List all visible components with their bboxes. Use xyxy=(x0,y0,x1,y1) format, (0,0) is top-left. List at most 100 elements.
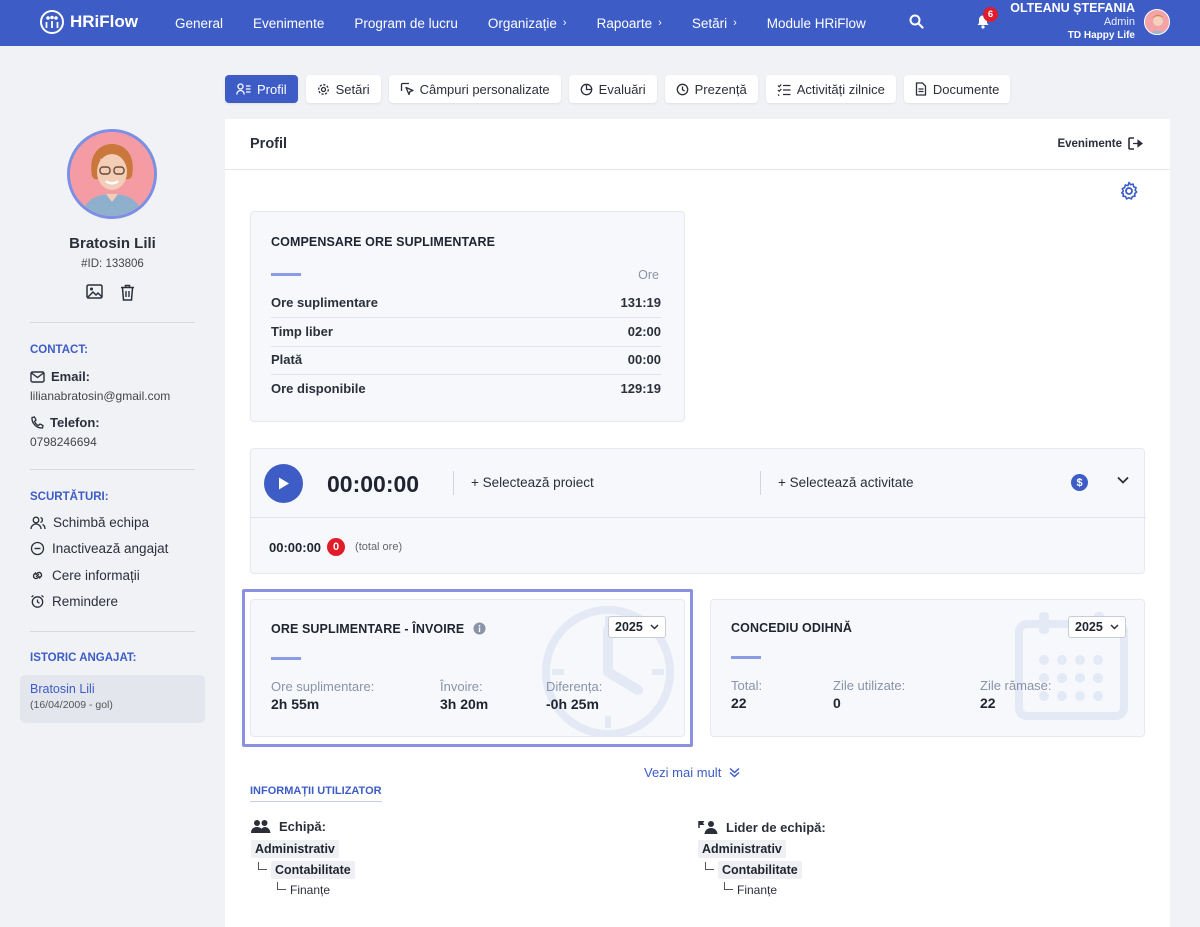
alarm-clock-icon xyxy=(31,594,44,608)
comp-row: Timp liber 02:00 xyxy=(271,324,661,347)
stat-value: 3h 20m xyxy=(440,696,489,712)
email-value[interactable]: lilianabratosin@gmail.com xyxy=(30,389,170,403)
history-name: Bratosin Lili xyxy=(30,682,95,696)
tab-evaluari[interactable]: Evaluări xyxy=(568,75,657,103)
see-more-link[interactable]: Vezi mai mult xyxy=(644,765,740,780)
row-value: 131:19 xyxy=(620,295,661,310)
stat-label: Zile rămase: xyxy=(980,678,1052,693)
tab-label: Profil xyxy=(257,81,287,97)
stat-value: -0h 25m xyxy=(546,696,599,712)
select-activity-button[interactable]: + Selectează activitate xyxy=(778,475,913,490)
app-logo[interactable]: HRiFlow xyxy=(40,10,138,34)
row-value: 00:00 xyxy=(627,352,661,367)
double-chevron-down-icon xyxy=(729,767,740,778)
nav-program-de-lucru[interactable]: Program de lucru xyxy=(339,16,473,31)
tab-documente[interactable]: Documente xyxy=(903,75,1011,103)
team-tag: Administrativ xyxy=(251,840,339,858)
email-label-row: Email: xyxy=(30,369,90,384)
minus-circle-icon xyxy=(30,541,45,556)
user-name: OLTEANU ȘTEFANIA xyxy=(1010,1,1135,15)
stat-label: Ore suplimentare: xyxy=(271,679,375,694)
stat-value: 0 xyxy=(833,695,841,711)
phone-value[interactable]: 0798246694 xyxy=(30,435,97,449)
accent-bar xyxy=(731,656,761,659)
tree-connector xyxy=(705,862,714,870)
user-menu[interactable]: OLTEANU ȘTEFANIA Admin TD Happy Life xyxy=(1010,1,1135,43)
phone-label: Telefon: xyxy=(50,415,100,430)
gear-icon[interactable] xyxy=(1119,181,1139,201)
row-label: Plată xyxy=(271,352,303,367)
tab-campuri-personalizate[interactable]: Câmpuri personalizate xyxy=(388,75,561,103)
shortcut-label: Remindere xyxy=(52,594,119,609)
search-icon[interactable] xyxy=(909,14,924,29)
nav-organizatie[interactable]: Organizație › xyxy=(473,16,582,31)
nav-evenimente[interactable]: Evenimente xyxy=(238,16,339,31)
nav-label: Setări xyxy=(691,15,728,31)
card-title: CONCEDIU ODIHNĂ xyxy=(731,621,852,635)
tab-label: Evaluări xyxy=(598,81,646,97)
envelope-icon xyxy=(30,370,45,383)
tree-connector xyxy=(258,862,267,870)
image-icon[interactable] xyxy=(86,284,103,301)
employee-name: Bratosin Lili xyxy=(69,235,156,252)
events-link[interactable]: Evenimente xyxy=(1057,137,1143,150)
shortcut-deactivate[interactable]: Inactivează angajat xyxy=(30,541,168,556)
entries-count-badge: 0 xyxy=(327,538,346,556)
employee-actions xyxy=(86,284,135,301)
year-value: 2025 xyxy=(615,620,643,634)
comp-row: Plată 00:00 xyxy=(271,352,661,375)
leader-tag: Administrativ xyxy=(698,840,786,858)
nav-general[interactable]: General xyxy=(160,16,238,31)
chevron-down-icon[interactable] xyxy=(1117,476,1129,484)
chevron-right-icon: › xyxy=(658,17,662,29)
year-value: 2025 xyxy=(1075,620,1103,634)
tab-profil[interactable]: Profil xyxy=(225,75,298,103)
nav-setari[interactable]: Setări › xyxy=(677,16,752,31)
user-company: TD Happy Life xyxy=(1067,30,1135,41)
play-button[interactable] xyxy=(264,464,303,503)
total-note: (total ore) xyxy=(355,541,403,553)
email-label: Email: xyxy=(51,369,91,384)
shortcut-change-team[interactable]: Schimbă echipa xyxy=(30,515,149,530)
card-title: COMPENSARE ORE SUPLIMENTARE xyxy=(271,235,496,249)
chevron-right-icon: › xyxy=(733,17,737,29)
shortcuts-section-title: SCURTĂTURI: xyxy=(30,491,109,503)
edit-cursor-icon xyxy=(400,82,414,96)
shortcut-reminders[interactable]: Remindere xyxy=(30,594,118,609)
notifications-button[interactable]: 6 xyxy=(976,7,998,29)
checklist-icon xyxy=(777,83,791,96)
user-role: Admin xyxy=(1103,15,1135,28)
tab-label: Prezență xyxy=(694,81,747,97)
nav-rapoarte[interactable]: Rapoarte › xyxy=(582,16,677,31)
top-navbar: HRiFlow General Evenimente Program de lu… xyxy=(0,0,1200,46)
stat-label: Diferența: xyxy=(546,679,603,694)
year-select[interactable]: 2025 xyxy=(1068,616,1126,638)
phone-icon xyxy=(31,415,44,429)
notification-count-badge: 6 xyxy=(983,7,998,22)
profile-panel: Profil Evenimente COMPENSARE ORE SUPLIME… xyxy=(225,119,1170,927)
comp-row: Ore suplimentare 131:19 xyxy=(271,295,661,318)
comp-row: Ore disponibile 129:19 xyxy=(271,381,661,403)
dollar-icon[interactable]: $ xyxy=(1071,474,1088,491)
tab-setari[interactable]: Setări xyxy=(305,75,381,103)
trash-icon[interactable] xyxy=(120,284,135,301)
panel-header: Profil Evenimente xyxy=(225,119,1170,170)
tab-label: Activități zilnice xyxy=(796,81,885,97)
shortcut-request-info[interactable]: Cere informații xyxy=(30,568,140,583)
card-title: ORE SUPLIMENTARE - ÎNVOIRE xyxy=(271,622,465,636)
info-icon[interactable] xyxy=(473,622,486,635)
select-project-button[interactable]: + Selectează proiect xyxy=(471,475,594,490)
chevron-down-icon xyxy=(650,624,659,630)
chevron-right-icon: › xyxy=(562,17,567,29)
nav-module-hriflow[interactable]: Module HRiFlow xyxy=(752,16,881,31)
tab-prezenta[interactable]: Prezență xyxy=(664,75,758,103)
time-tracker-controls: 00:00:00 + Selectează proiect + Selectea… xyxy=(251,449,1146,518)
employee-sidebar: Bratosin Lili #ID: 133806 CONTACT: Email… xyxy=(0,46,225,927)
year-select[interactable]: 2025 xyxy=(608,616,666,638)
tab-activitati-zilnice[interactable]: Activități zilnice xyxy=(765,75,896,103)
nav-label: Evenimente xyxy=(253,15,325,31)
vacation-card: CONCEDIU ODIHNĂ 2025 Total: 22 Zile util… xyxy=(710,599,1145,737)
history-entry[interactable]: Bratosin Lili (16/04/2009 - gol) xyxy=(20,675,205,723)
user-avatar[interactable] xyxy=(1144,9,1170,35)
shortcut-label: Inactivează angajat xyxy=(52,541,169,556)
